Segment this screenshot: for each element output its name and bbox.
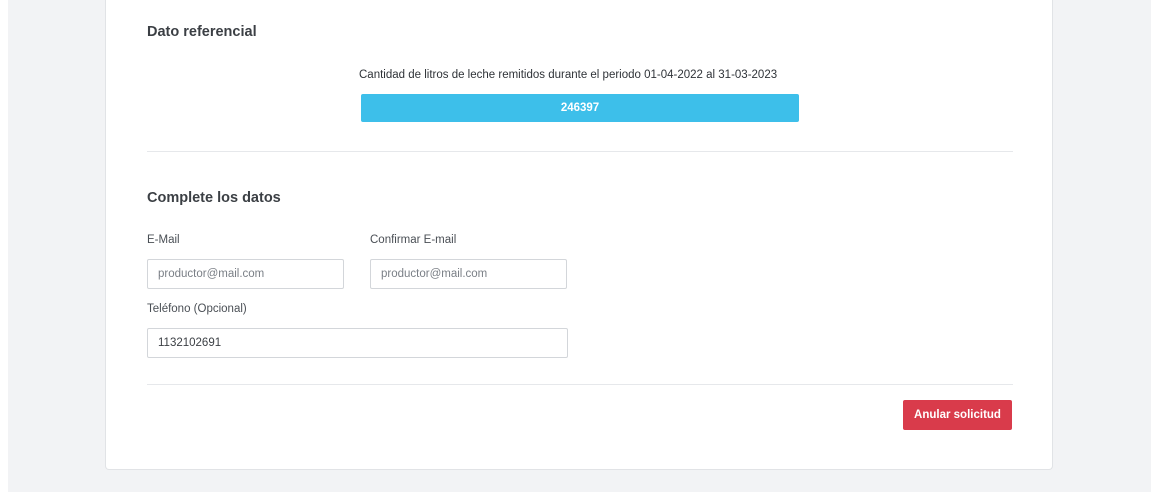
form-section-title: Complete los datos (147, 190, 281, 206)
confirm-email-label: Confirmar E-mail (370, 234, 457, 246)
reference-section-title: Dato referencial (147, 24, 257, 40)
email-field[interactable] (147, 259, 344, 289)
actions-divider (147, 384, 1013, 385)
email-label: E-Mail (147, 234, 180, 246)
reference-value-bar: 246397 (361, 94, 799, 122)
reference-value: 246397 (560, 102, 600, 114)
section-divider (147, 151, 1013, 152)
phone-label: Teléfono (Opcional) (147, 303, 247, 315)
form-card: Dato referencial Cantidad de litros de l… (105, 0, 1053, 470)
phone-field[interactable] (147, 328, 568, 358)
confirm-email-field[interactable] (370, 259, 567, 289)
reference-caption: Cantidad de litros de leche remitidos du… (359, 69, 778, 81)
cancel-request-button[interactable]: Anular solicitud (903, 400, 1012, 430)
